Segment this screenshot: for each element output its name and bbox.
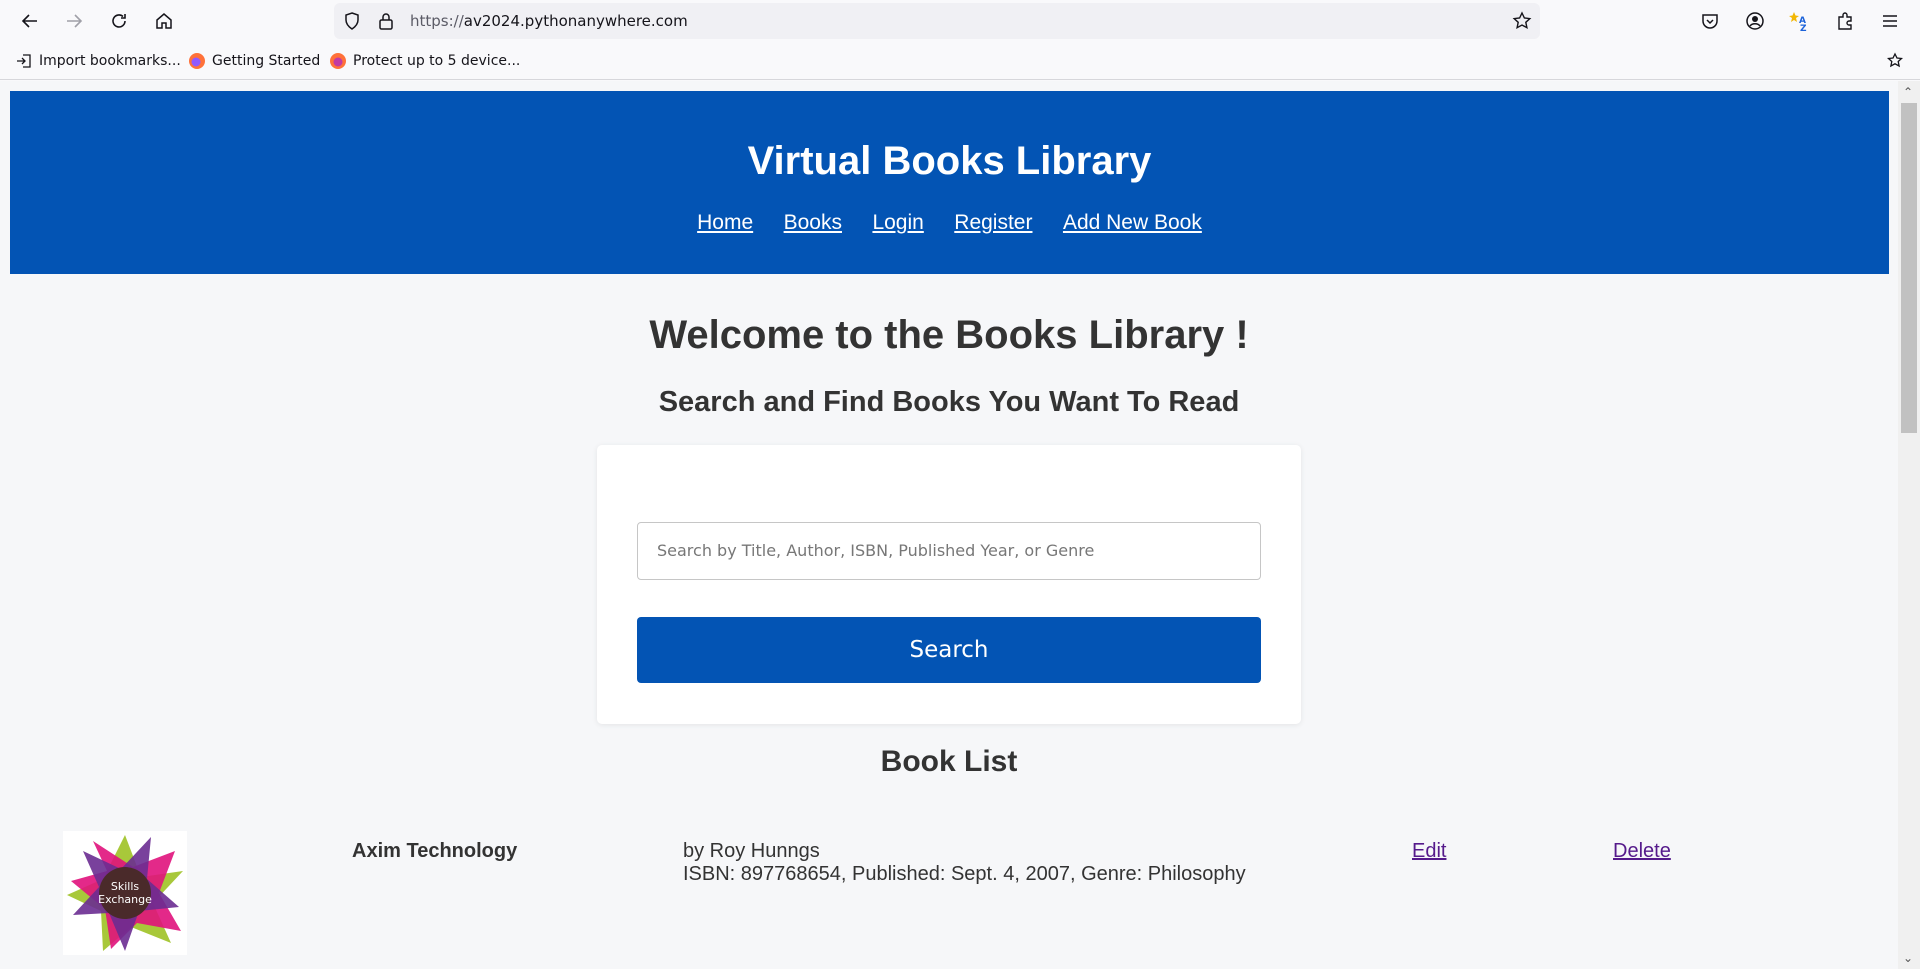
welcome-heading: Welcome to the Books Library ! (649, 313, 1249, 357)
svg-text:Z: Z (1800, 24, 1807, 32)
book-delete-link[interactable]: Delete (1613, 840, 1671, 863)
nav-login-link[interactable]: Login (872, 211, 923, 234)
nav-add-book-link[interactable]: Add New Book (1063, 211, 1202, 234)
account-icon[interactable] (1742, 8, 1768, 34)
nav-register-link[interactable]: Register (954, 211, 1032, 234)
search-button[interactable]: Search (637, 617, 1261, 683)
bookmarks-bar: Import bookmarks... Getting Started Prot… (0, 42, 1920, 80)
nav-books-link[interactable]: Books (784, 211, 842, 234)
reload-icon (112, 14, 126, 28)
page-content: Virtual Books Library Home Books Login R… (0, 81, 1898, 969)
bookmark-protect[interactable]: Protect up to 5 device... (329, 52, 520, 70)
forward-button[interactable] (58, 6, 90, 36)
shield-icon[interactable] (342, 11, 362, 31)
site-nav: Home Books Login Register Add New Book (10, 211, 1889, 235)
search-input[interactable] (637, 522, 1261, 580)
bookmark-label: Import bookmarks... (39, 53, 181, 69)
site-title: Virtual Books Library (747, 139, 1152, 183)
url-text: https://av2024.pythonanywhere.com (410, 12, 688, 30)
bookmark-getting-started[interactable]: Getting Started (188, 52, 320, 70)
url-host: av2024.pythonanywhere.com (463, 12, 688, 30)
pocket-icon[interactable] (1697, 8, 1723, 34)
menu-icon[interactable] (1877, 8, 1903, 34)
book-author: by Roy Hunngs (683, 840, 820, 862)
book-title: Axim Technology (352, 840, 518, 862)
url-scheme: https:// (410, 12, 464, 30)
import-icon (15, 52, 33, 70)
page-scrollbar[interactable]: ⌃ ⌄ (1898, 81, 1920, 969)
book-cover-text-1: Skills (111, 880, 140, 893)
reload-button[interactable] (103, 6, 135, 36)
bookmark-label: Getting Started (212, 53, 321, 69)
translate-extension-icon[interactable]: AZ (1786, 8, 1812, 34)
firefox-icon (188, 52, 206, 70)
home-button[interactable] (148, 6, 180, 36)
book-details: ISBN: 897768654, Published: Sept. 4, 200… (683, 863, 1246, 885)
site-header: Virtual Books Library Home Books Login R… (10, 91, 1889, 274)
scrollbar-thumb[interactable] (1901, 103, 1917, 433)
bookmark-star-icon[interactable] (1512, 11, 1532, 31)
firefox-icon (329, 52, 347, 70)
book-edit-link[interactable]: Edit (1412, 840, 1446, 863)
extensions-icon[interactable] (1832, 8, 1858, 34)
home-icon (156, 13, 172, 29)
back-arrow-icon (21, 14, 37, 28)
book-list-item: Skills Exchange Axim Technology by Roy H… (0, 831, 1898, 969)
bookmark-label: Protect up to 5 device... (353, 53, 521, 69)
book-meta: by Roy Hunngs ISBN: 897768654, Published… (683, 840, 1246, 886)
scroll-down-arrow-icon[interactable]: ⌄ (1903, 951, 1913, 965)
book-cover-image: Skills Exchange (63, 831, 187, 955)
scroll-up-arrow-icon[interactable]: ⌃ (1903, 85, 1913, 99)
nav-home-link[interactable]: Home (697, 211, 753, 234)
lock-icon[interactable] (376, 11, 396, 31)
back-button[interactable] (14, 6, 46, 36)
book-list-title: Book List (880, 745, 1018, 778)
browser-toolbar: https://av2024.pythonanywhere.com AZ (0, 0, 1920, 42)
forward-arrow-icon (67, 14, 83, 28)
url-bar[interactable]: https://av2024.pythonanywhere.com (334, 3, 1540, 39)
search-card: Search (597, 445, 1301, 724)
book-cover-text-2: Exchange (98, 893, 152, 906)
bookmark-import[interactable]: Import bookmarks... (15, 52, 181, 70)
bookmarks-menu-icon[interactable] (1882, 48, 1908, 74)
search-subtitle: Search and Find Books You Want To Read (658, 386, 1240, 418)
